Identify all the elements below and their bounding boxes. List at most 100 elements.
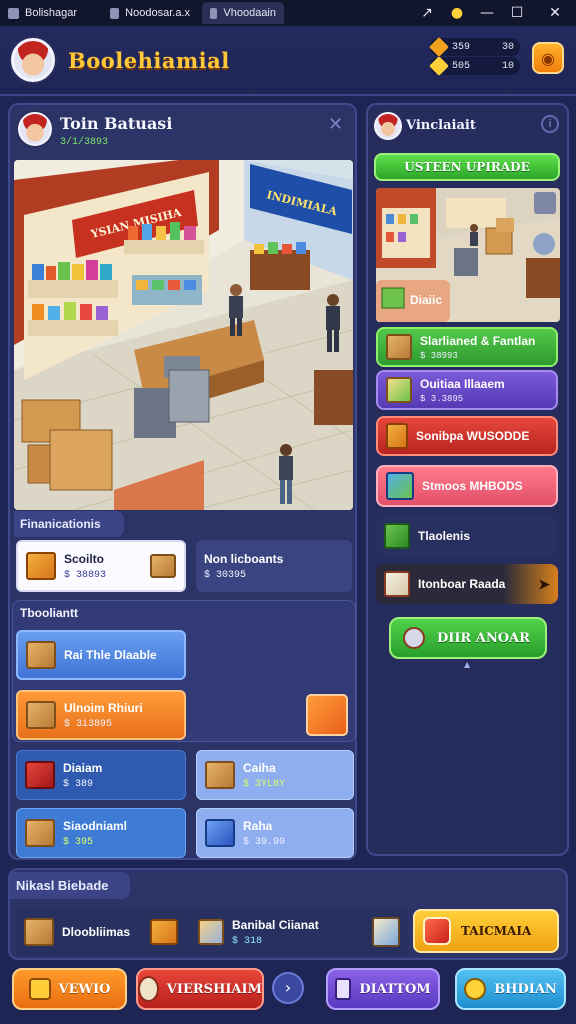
chevron-right-icon[interactable]: ›	[272, 972, 304, 1004]
status-icon[interactable]: ●	[448, 4, 466, 22]
player-avatar[interactable]	[11, 38, 55, 82]
item-value: $ 30395	[204, 569, 247, 581]
item-value: $ 389	[63, 778, 94, 790]
item-name: Stmoos MHBODS	[422, 479, 523, 493]
toolbox-item-2[interactable]: Ulnoim Rhiuri $ 3i3895	[16, 690, 186, 740]
item-name: Rai Thle Dlaable	[64, 648, 157, 662]
currency-value: 10	[501, 60, 514, 72]
side-item-tlaolenis[interactable]: Tlaolenis	[376, 516, 558, 556]
preview-label: Diaiic	[410, 293, 442, 307]
app-icon	[8, 7, 19, 19]
thumbs-up-icon	[464, 978, 487, 1000]
tab-label: Vhoodaain	[223, 7, 276, 19]
product-box-icon	[26, 552, 56, 580]
side-item-standard[interactable]: Slarlianed & Fantlan $ 38993	[376, 327, 558, 367]
browser-tab-3[interactable]: Vhoodaain	[202, 2, 284, 24]
nav-button-view[interactable]: VEWIO	[12, 968, 127, 1010]
orange-block-icon[interactable]	[306, 694, 348, 736]
nav-button-version[interactable]: VIERSHIAIM	[136, 968, 264, 1010]
frame-icon[interactable]	[372, 917, 400, 947]
tab-label: Noodosar.a.x	[125, 7, 190, 19]
crate-icon[interactable]	[24, 918, 54, 946]
nav-button-bhdian[interactable]: BHDIAN	[455, 968, 566, 1010]
currency-value: 30	[501, 41, 514, 53]
upgrade-preview-image[interactable]: Diaiic	[376, 188, 560, 322]
item-value: $ 3.3895	[420, 393, 464, 404]
mini-store-illustration: Diaiic	[376, 188, 560, 322]
nav-label: BHDIAN	[494, 981, 557, 997]
app-icon	[210, 7, 218, 19]
item-name: Tlaolenis	[418, 529, 471, 543]
toolbox-icon	[25, 761, 55, 789]
side-item-itonboar[interactable]: Itonboar Raada ➤	[376, 564, 558, 604]
badge-icon	[138, 976, 159, 1002]
share-icon[interactable]: ↗	[418, 4, 436, 22]
currency-label: 359	[452, 41, 471, 53]
info-icon[interactable]: i	[541, 115, 559, 133]
side-item-outlet[interactable]: Ouitiaa Illaaem $ 3.3895	[376, 370, 558, 410]
item-name: Caiha	[243, 760, 276, 775]
toolbox-item-4[interactable]: Caiha $ 3YL8Y	[196, 750, 354, 800]
close-icon[interactable]: ✕	[328, 114, 343, 135]
crate-icon	[26, 641, 56, 669]
cta-button[interactable]: TAICMAIA	[413, 909, 559, 953]
toolbox-label: Tbooliantt	[20, 606, 78, 620]
toolbox-item-1[interactable]: Rai Thle Dlaable	[16, 630, 186, 680]
blue-box-icon	[205, 819, 235, 847]
shop-icon	[423, 917, 451, 945]
folder-icon	[28, 978, 51, 1000]
window-titlebar: Bolishagar Noodosar.a.x Vhoodaain ↗ ● — …	[0, 0, 576, 26]
close-icon[interactable]: ✕	[546, 4, 564, 22]
item-name: Sonibpa WUSODDE	[416, 429, 530, 443]
bag-icon[interactable]	[150, 919, 179, 945]
quick-item-name[interactable]: Dloobliimas	[62, 925, 130, 939]
financial-item-licenses[interactable]: Non licboants $ 30395	[196, 540, 352, 592]
tools-icon[interactable]	[198, 919, 225, 945]
arrow-icon: ➤	[538, 575, 550, 592]
toolbox-item-5[interactable]: Siaodniaml $ 395	[16, 808, 186, 858]
item-name: Itonboar Raada	[418, 577, 506, 591]
item-value: $ 38993	[420, 350, 458, 361]
browser-tab-1[interactable]: Bolishagar	[0, 2, 98, 24]
item-name: Slarlianed & Fantlan	[420, 333, 536, 348]
item-name: Ulnoim Rhiuri	[64, 700, 143, 715]
crate-icon	[205, 761, 235, 789]
crate-icon	[386, 334, 412, 360]
item-name: Diaiam	[63, 760, 103, 775]
store-illustration: YSIAN MISIHA INDIMIALA	[14, 160, 353, 510]
minimize-icon[interactable]: —	[478, 4, 496, 22]
produce-icon	[386, 377, 412, 403]
nav-label: VEWIO	[58, 981, 111, 997]
side-item-sonibpa[interactable]: Sonibpa WUSODDE	[376, 416, 558, 456]
action-button[interactable]: DIIR ANOAR	[389, 617, 547, 659]
store-scene-image[interactable]: YSIAN MISIHA INDIMIALA	[14, 160, 353, 510]
pointer-icon: ▲	[464, 660, 471, 669]
nav-button-bottom[interactable]: DIATTOM	[326, 968, 440, 1010]
chat-button[interactable]: ◉	[532, 42, 564, 74]
currency-label: 505	[452, 60, 471, 72]
green-cube-icon	[384, 523, 410, 549]
financials-section-label: Finanicationis	[14, 511, 124, 537]
toolbox-item-3[interactable]: Diaiam $ 389	[16, 750, 186, 800]
side-item-stmoos[interactable]: Stmoos MHBODS	[376, 465, 558, 507]
crate-icon	[150, 554, 176, 578]
tab-label: Bolishagar	[25, 7, 77, 19]
currency-counter-2: 505 10	[429, 56, 520, 76]
quick-item-value: $ 318	[232, 935, 263, 947]
maximize-icon[interactable]: ☐	[508, 4, 526, 22]
worker-icon	[403, 627, 425, 649]
item-name: Non licboants	[204, 551, 284, 566]
financial-item-sales[interactable]: Scoilto $ 38893	[16, 540, 186, 592]
crate-icon	[25, 819, 55, 847]
item-value: $ 38893	[64, 569, 107, 581]
nav-label: DIATTOM	[359, 981, 431, 997]
browser-tab-2[interactable]: Noodosar.a.x	[102, 2, 198, 24]
item-value: $ 3YL8Y	[243, 778, 286, 790]
action-label: DIIR ANOAR	[437, 630, 530, 646]
advisor-avatar	[374, 112, 402, 140]
toolbox-item-6[interactable]: Raha $ 39.99	[196, 808, 354, 858]
system-upgrade-button[interactable]: USTEEN UPIRADE	[374, 153, 560, 181]
item-name: Scoilto	[64, 551, 105, 566]
item-value: $ 395	[63, 836, 94, 848]
item-name: Siaodniaml	[63, 818, 128, 833]
